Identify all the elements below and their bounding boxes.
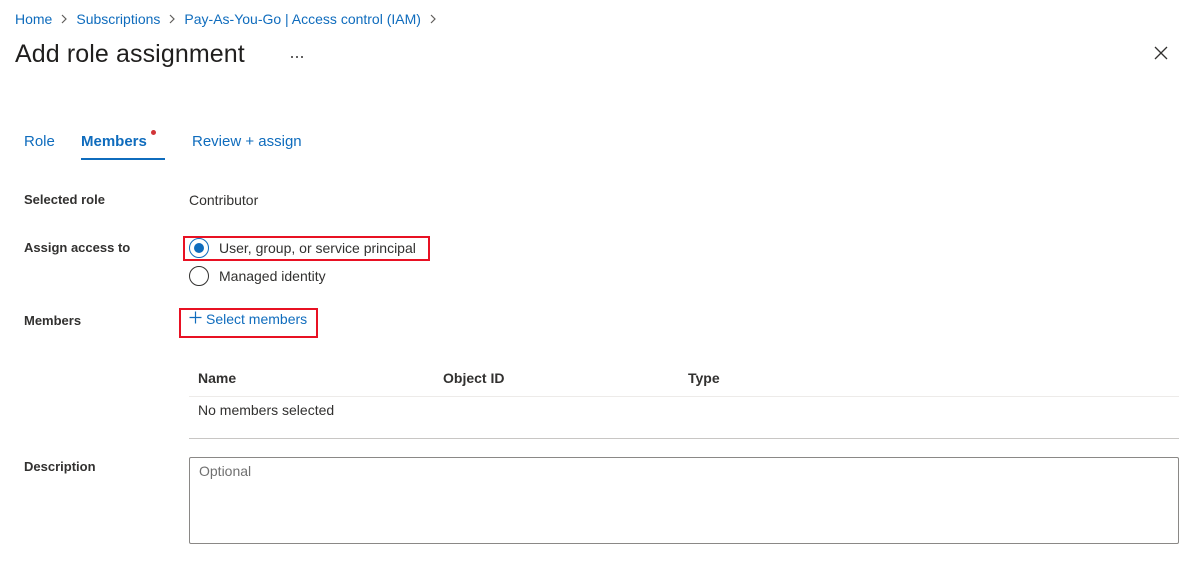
select-members-label: Select members [206,311,308,327]
description-label: Description [24,459,96,474]
empty-state-text: No members selected [198,402,335,418]
chevron-right-icon [52,14,76,24]
close-button[interactable] [1150,44,1172,66]
chevron-right-icon [160,14,184,24]
radio-managed-identity[interactable]: Managed identity [189,266,326,286]
radio-managed-identity-label: Managed identity [219,268,326,284]
table-header: Name Object ID Type [189,362,1179,397]
radio-unchecked-icon [189,266,209,286]
breadcrumb-access-control[interactable]: Pay-As-You-Go | Access control (IAM) [184,9,421,29]
description-field[interactable] [189,457,1179,544]
page-title: Add role assignment [15,40,245,68]
tab-role[interactable]: Role [24,130,55,160]
required-indicator-dot [151,130,156,135]
breadcrumb-home[interactable]: Home [15,9,52,29]
tab-review-assign[interactable]: Review + assign [192,130,302,160]
members-label: Members [24,313,82,328]
breadcrumb: Home Subscriptions Pay-As-You-Go | Acces… [15,9,445,29]
table-body: No members selected [189,397,1179,439]
column-header-type[interactable]: Type [688,370,720,386]
breadcrumb-subscriptions[interactable]: Subscriptions [76,9,160,29]
more-options-button[interactable] [286,44,308,66]
plus-icon [189,311,206,327]
column-header-object-id[interactable]: Object ID [443,370,504,386]
more-icon [290,46,304,64]
members-table: Name Object ID Type No members selected [189,362,1179,439]
column-header-name[interactable]: Name [198,370,236,386]
selected-role-label: Selected role [24,192,105,207]
selected-role-value: Contributor [189,192,259,208]
close-icon [1154,46,1168,65]
select-members-button[interactable]: Select members [189,311,307,327]
radio-checked-icon [189,238,209,258]
tab-members-label: Members [81,133,147,150]
radio-user-label: User, group, or service principal [219,240,416,256]
assign-access-label: Assign access to [24,240,131,255]
active-tab-indicator [81,158,165,160]
radio-user-group-service-principal[interactable]: User, group, or service principal [189,238,416,258]
chevron-right-icon [421,14,445,24]
add-role-assignment-page: Home Subscriptions Pay-As-You-Go | Acces… [0,0,1196,581]
